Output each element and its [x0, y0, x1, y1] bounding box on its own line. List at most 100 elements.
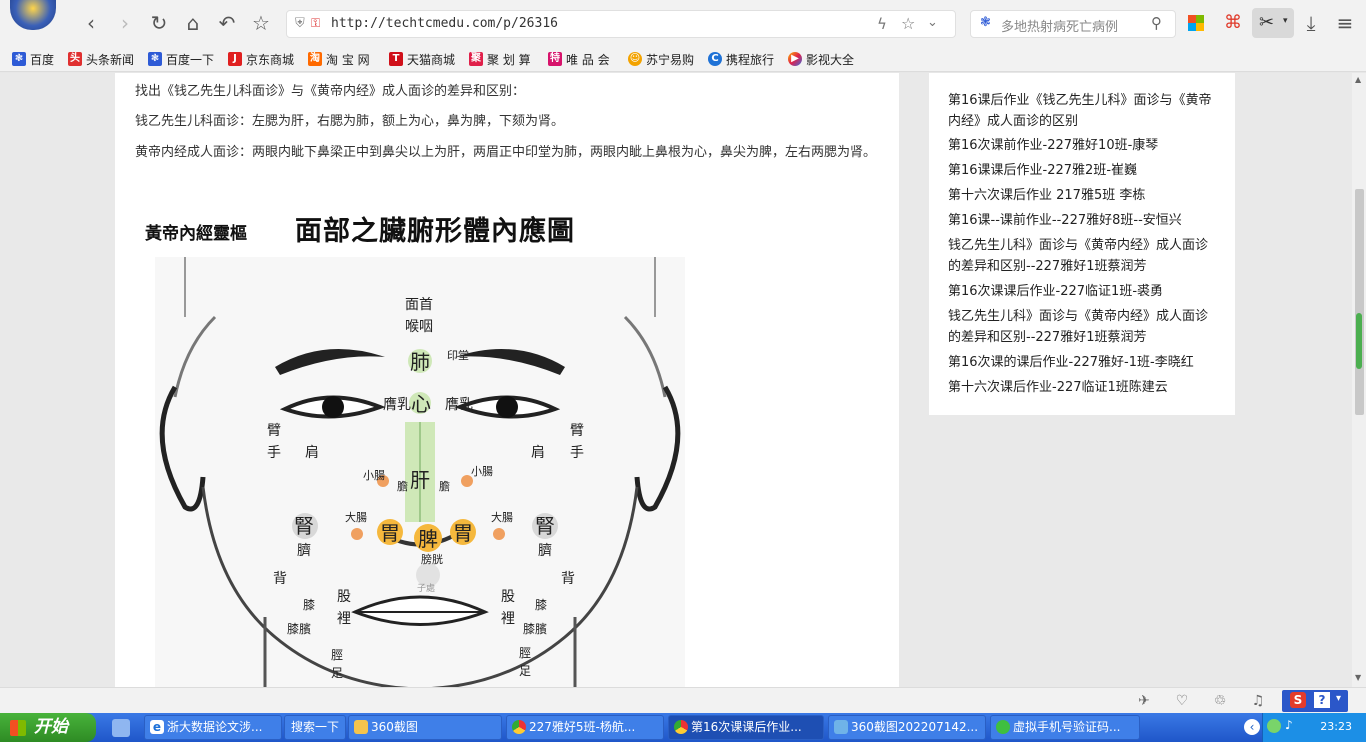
search-icon[interactable]: ⚲	[1151, 14, 1162, 32]
help-icon[interactable]: ?	[1314, 692, 1330, 708]
related-post-link[interactable]: 第16次课课后作业-227临证1班-裘勇	[948, 281, 1220, 302]
baidu-icon: ❃	[12, 52, 26, 66]
label-fei: 肺	[410, 350, 430, 374]
label-gu-right: 股	[501, 589, 515, 605]
forward-icon[interactable]: ›	[112, 10, 138, 36]
related-post-link[interactable]: 钱乙先生儿科》面诊与《黄帝内经》成人面诊的差异和区别--227雅好1班蔡润芳	[948, 306, 1220, 348]
label-li-left: 裡	[337, 611, 351, 627]
address-bar[interactable]: ⛨ ⚿ http://techtcmedu.com/p/26316 ϟ ☆ ⌄	[286, 10, 956, 38]
chevron-down-icon[interactable]: ⌄	[927, 15, 938, 30]
ie-icon: e	[150, 720, 164, 734]
related-post-link[interactable]: 第十六次课后作业-227临证1班陈建云	[948, 377, 1220, 398]
security-shield-icon[interactable]: ⛨	[295, 16, 305, 31]
back-icon[interactable]: ‹	[78, 10, 104, 36]
label-gu-left: 股	[337, 589, 351, 605]
trash-icon[interactable]: ♲	[1212, 693, 1228, 709]
quicklaunch-icon[interactable]	[112, 719, 130, 737]
label-qi-right: 臍	[538, 543, 552, 559]
menu-icon[interactable]: ≡	[1332, 10, 1358, 36]
speaker-icon[interactable]: ♫	[1250, 693, 1266, 709]
bookmark-ctrip[interactable]: C 携程旅行	[708, 50, 774, 68]
related-post-link[interactable]: 第16课后作业《钱乙先生儿科》面诊与《黄帝内经》成人面诊的区别	[948, 90, 1220, 132]
favorite-star-icon[interactable]: ☆	[248, 10, 274, 36]
scrollbar-thumb[interactable]	[1355, 189, 1364, 415]
game-controller-icon[interactable]: ⌘	[1220, 10, 1246, 36]
download-icon[interactable]: ⤓	[1298, 10, 1324, 36]
start-button[interactable]: 开始	[0, 713, 96, 742]
bookmark-video[interactable]: ▶ 影视大全	[788, 50, 854, 68]
taskbar-item-image[interactable]: 360截图202207142...	[828, 715, 986, 740]
screenshot-scissors-button[interactable]: ✂ ▾	[1252, 8, 1294, 38]
related-post-link[interactable]: 第16课课后作业-227雅2班-崔巍	[948, 160, 1220, 181]
tray-collapse-arrow-icon[interactable]: ‹	[1244, 719, 1260, 735]
system-clock: 23:23	[1320, 720, 1352, 733]
bookmark-tmall[interactable]: T 天猫商城	[389, 50, 455, 68]
article-content: 找出《钱乙先生儿科面诊》与《黄帝内经》成人面诊的差异和区别： 钱乙先生儿科面诊：…	[115, 73, 899, 687]
label-wei-right: 胃	[453, 521, 473, 545]
label-mian-shou: 面首	[405, 297, 433, 313]
article-paragraph-1: 找出《钱乙先生儿科面诊》与《黄帝内经》成人面诊的差异和区别：	[135, 84, 526, 99]
taskbar-item-chrome-1[interactable]: 227雅好5班-杨航...	[506, 715, 664, 740]
label-hou-yan: 喉咽	[405, 319, 433, 335]
label-shen-right: 腎	[535, 514, 555, 538]
label-xi-bin-right: 膝臏	[523, 621, 547, 636]
bookmark-vip[interactable]: 特唯 品 会	[548, 50, 610, 68]
undo-icon[interactable]: ↶	[214, 10, 240, 36]
bookmark-juhuasuan[interactable]: 聚聚 划 算	[469, 50, 531, 68]
related-post-link[interactable]: 第十六次课后作业 217雅5班 李栋	[948, 185, 1220, 206]
home-icon[interactable]: ⌂	[180, 10, 206, 36]
page-scrollbar[interactable]: ▲ ▼	[1352, 73, 1366, 687]
scroll-up-arrow-icon[interactable]: ▲	[1355, 75, 1361, 84]
taskbar-item-folder[interactable]: 360截图	[348, 715, 502, 740]
bookmark-taobao[interactable]: 淘淘 宝 网	[308, 50, 370, 68]
bookmark-baidu[interactable]: ❃ 百度	[12, 50, 54, 68]
related-post-link[interactable]: 第16次课的课后作业-227雅好-1班-李晓红	[948, 352, 1220, 373]
label-zu-left: 足	[331, 666, 343, 680]
related-post-link[interactable]: 第16次课前作业-227雅好10班-康琴	[948, 135, 1220, 156]
ctrip-icon: C	[708, 52, 722, 66]
url-text[interactable]: http://techtcmedu.com/p/26316	[331, 16, 558, 31]
label-wei-left: 胃	[380, 521, 400, 545]
chevron-down-icon[interactable]: ▾	[1336, 693, 1341, 704]
taskbar-item-ie[interactable]: e 浙大数据论文涉...	[144, 715, 282, 740]
related-post-link[interactable]: 第16课--课前作业--227雅好8班--安恒兴	[948, 210, 1220, 231]
label-bi-right: 臂	[570, 423, 584, 439]
scroll-down-arrow-icon[interactable]: ▼	[1355, 673, 1361, 682]
sogou-input-toolbar[interactable]: S ? ▾	[1282, 690, 1348, 712]
search-box[interactable]: ❃ 多地热射病死亡病例 ⚲	[970, 10, 1176, 38]
lightning-icon[interactable]: ϟ	[877, 15, 887, 33]
volume-icon[interactable]: ♪	[1285, 718, 1293, 732]
windows-logo-icon	[10, 720, 26, 736]
bookmark-jd[interactable]: J 京东商城	[228, 50, 294, 68]
start-label: 开始	[34, 717, 68, 737]
label-bi-left: 臂	[267, 423, 281, 439]
search-input[interactable]: 多地热射病死亡病例	[1001, 16, 1118, 35]
label-pi: 脾	[418, 527, 438, 551]
reload-icon[interactable]: ↻	[146, 10, 172, 36]
label-shou-left: 手	[267, 445, 281, 461]
tmall-icon: T	[389, 52, 403, 66]
bookmark-star-icon[interactable]: ☆	[901, 14, 915, 33]
label-gan: 肝	[410, 468, 430, 492]
insecure-lock-icon[interactable]: ⚿	[311, 16, 320, 31]
bookmark-suning[interactable]: ☺ 苏宁易购	[628, 50, 694, 68]
related-post-link[interactable]: 钱乙先生儿科》面诊与《黄帝内经》成人面诊的差异和区别--227雅好1班蔡润芳	[948, 235, 1220, 277]
taskbar-item-browser-3[interactable]: 虚拟手机号验证码...	[990, 715, 1140, 740]
browser-logo-icon[interactable]	[10, 0, 56, 30]
apps-grid-icon[interactable]	[1188, 15, 1204, 31]
heart-icon[interactable]: ♡	[1174, 693, 1190, 709]
article-paragraph-3: 黄帝内经成人面诊：两眼内眦下鼻梁正中到鼻尖以上为肝，两眉正中印堂为肺，两眼内眦上…	[135, 145, 877, 160]
network-icon[interactable]	[1267, 719, 1281, 733]
taskbar-item-search[interactable]: 搜索一下	[284, 715, 346, 740]
rocket-icon[interactable]: ✈	[1136, 693, 1152, 709]
face-diagram-figure: 黃帝內經靈樞 面部之臟腑形體內應圖 面首 喉咽 肺 印堂 心 膺乳 膺乳 臂 手…	[145, 201, 685, 687]
system-tray: ♪ 23:23	[1262, 713, 1366, 742]
taskbar-item-chrome-2[interactable]: 第16次课课后作业...	[668, 715, 824, 740]
toutiao-icon: 头	[68, 52, 82, 66]
bookmark-baidu-search[interactable]: ❃ 百度一下	[148, 50, 214, 68]
bookmark-toutiao[interactable]: 头头条新闻	[68, 50, 134, 68]
label-da-chang-left: 大腸	[345, 510, 367, 524]
chevron-down-icon: ▾	[1283, 16, 1288, 26]
scroll-progress-indicator	[1356, 313, 1362, 369]
bookmarks-bar: ❃ 百度 头头条新闻 ❃ 百度一下 J 京东商城 淘淘 宝 网 T 天猫商城 聚聚 划 …	[0, 46, 1366, 72]
